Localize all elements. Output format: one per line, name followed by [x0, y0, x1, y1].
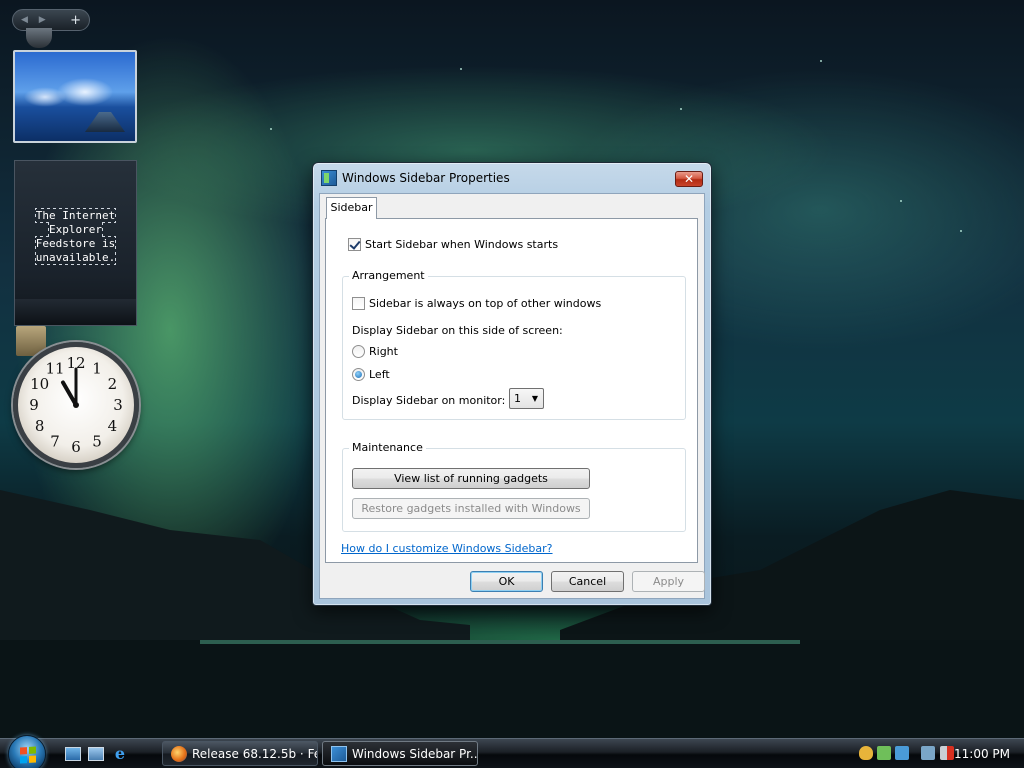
clock-numeral: 8	[35, 417, 45, 435]
clock-numeral: 6	[71, 438, 81, 456]
clock-hour-hand	[61, 380, 78, 407]
apply-button[interactable]: Apply	[632, 571, 705, 592]
side-left-radio[interactable]	[352, 368, 365, 381]
clock-center-pin	[73, 402, 79, 408]
volume-muted-icon[interactable]	[940, 746, 954, 760]
ok-button[interactable]: OK	[470, 571, 543, 592]
sidebar-tray-icon[interactable]	[877, 746, 891, 760]
star	[900, 200, 902, 202]
cancel-button[interactable]: Cancel	[551, 571, 624, 592]
clock-numeral: 7	[50, 432, 60, 450]
arrangement-group: Arrangement Sidebar is always on top of …	[342, 269, 686, 420]
feed-gadget-footer	[15, 299, 136, 325]
clock-numeral: 4	[108, 417, 118, 435]
sidebar-app-icon	[321, 170, 337, 186]
slideshow-image	[85, 112, 125, 132]
restore-gadgets-button[interactable]: Restore gadgets installed with Windows	[352, 498, 590, 519]
tab-sidebar[interactable]: Sidebar	[326, 197, 377, 219]
taskbar-item-label: Windows Sidebar Pr...	[352, 746, 478, 761]
help-link[interactable]: How do I customize Windows Sidebar?	[341, 542, 553, 555]
chevron-down-icon: ▼	[531, 394, 538, 403]
clock-gadget[interactable]: 12 1 2 3 4 5 6 7 8 9 10 11	[13, 342, 139, 468]
side-right-label: Right	[369, 345, 398, 358]
windows-update-icon[interactable]	[895, 746, 909, 760]
sidebar-properties-dialog: Windows Sidebar Properties ✕ Sidebar Sta…	[312, 162, 712, 606]
clock-face: 12 1234567891011	[29, 354, 123, 456]
maintenance-group: Maintenance View list of running gadgets…	[342, 441, 686, 532]
dialog-title: Windows Sidebar Properties	[342, 171, 510, 185]
side-left-label: Left	[369, 368, 390, 381]
always-on-top-checkbox[interactable]	[352, 297, 365, 310]
star	[270, 128, 272, 130]
side-right-option[interactable]: Right	[352, 345, 398, 358]
clock-numeral: 1	[92, 360, 102, 378]
taskbar-clock[interactable]: 11:00 PM	[954, 739, 1010, 768]
feed-headlines-gadget[interactable]: The Internet Explorer Feedstore is unava…	[14, 160, 137, 326]
taskbar-item-label: Release 68.12.5b · Fe...	[192, 746, 317, 761]
taskbar-item-sidebar-properties[interactable]: Windows Sidebar Pr...	[322, 741, 478, 766]
gadget-nav-arrows-icon[interactable]: ◀ ▶	[21, 15, 50, 25]
star	[960, 230, 962, 232]
monitor-select-value: 1	[514, 392, 521, 405]
sidebar-icon	[331, 745, 347, 762]
view-running-gadgets-button[interactable]: View list of running gadgets	[352, 468, 590, 489]
side-left-option[interactable]: Left	[352, 368, 390, 381]
sidebar-tab-panel: Start Sidebar when Windows starts Arrang…	[325, 218, 698, 563]
security-shield-icon[interactable]	[859, 746, 873, 760]
clock-numeral: 11	[45, 360, 64, 378]
start-sidebar-label: Start Sidebar when Windows starts	[365, 238, 559, 251]
dialog-client-area: Sidebar Start Sidebar when Windows start…	[319, 193, 705, 599]
maintenance-title: Maintenance	[349, 441, 426, 454]
clock-numeral: 3	[113, 396, 123, 414]
clock-numeral: 9	[29, 396, 39, 414]
star	[680, 108, 682, 110]
star	[460, 68, 462, 70]
feed-error-message: The Internet Explorer Feedstore is unava…	[34, 208, 117, 265]
dialog-titlebar[interactable]: Windows Sidebar Properties	[313, 163, 711, 193]
always-on-top-label: Sidebar is always on top of other window…	[369, 297, 602, 310]
side-right-radio[interactable]	[352, 345, 365, 358]
monitor-label: Display Sidebar on monitor:	[352, 394, 506, 407]
close-button[interactable]: ✕	[675, 171, 703, 187]
side-of-screen-label: Display Sidebar on this side of screen:	[352, 324, 563, 337]
start-sidebar-checkbox[interactable]	[348, 238, 361, 251]
sidebar-handle	[26, 28, 52, 48]
taskbar-item-firefox[interactable]: Release 68.12.5b · Fe...	[162, 741, 318, 766]
taskbar: e Release 68.12.5b · Fe... Windows Sideb…	[0, 735, 1024, 768]
always-on-top-option[interactable]: Sidebar is always on top of other window…	[352, 297, 601, 310]
monitor-select[interactable]: 1 ▼	[509, 388, 544, 409]
clock-numeral: 2	[108, 375, 118, 393]
slideshow-gadget[interactable]	[13, 50, 137, 143]
clock-numeral: 5	[92, 432, 102, 450]
network-icon[interactable]	[921, 746, 935, 760]
show-desktop-icon[interactable]	[65, 747, 81, 761]
clock-numeral: 10	[30, 375, 49, 393]
add-gadget-button[interactable]: +	[70, 13, 81, 28]
star	[820, 60, 822, 62]
start-sidebar-option[interactable]: Start Sidebar when Windows starts	[348, 238, 558, 251]
arrangement-title: Arrangement	[349, 269, 428, 282]
start-button[interactable]	[8, 735, 46, 768]
windows-logo-icon	[20, 746, 36, 764]
internet-explorer-icon[interactable]: e	[111, 745, 129, 763]
switch-windows-icon[interactable]	[88, 747, 104, 761]
firefox-icon	[171, 745, 187, 762]
